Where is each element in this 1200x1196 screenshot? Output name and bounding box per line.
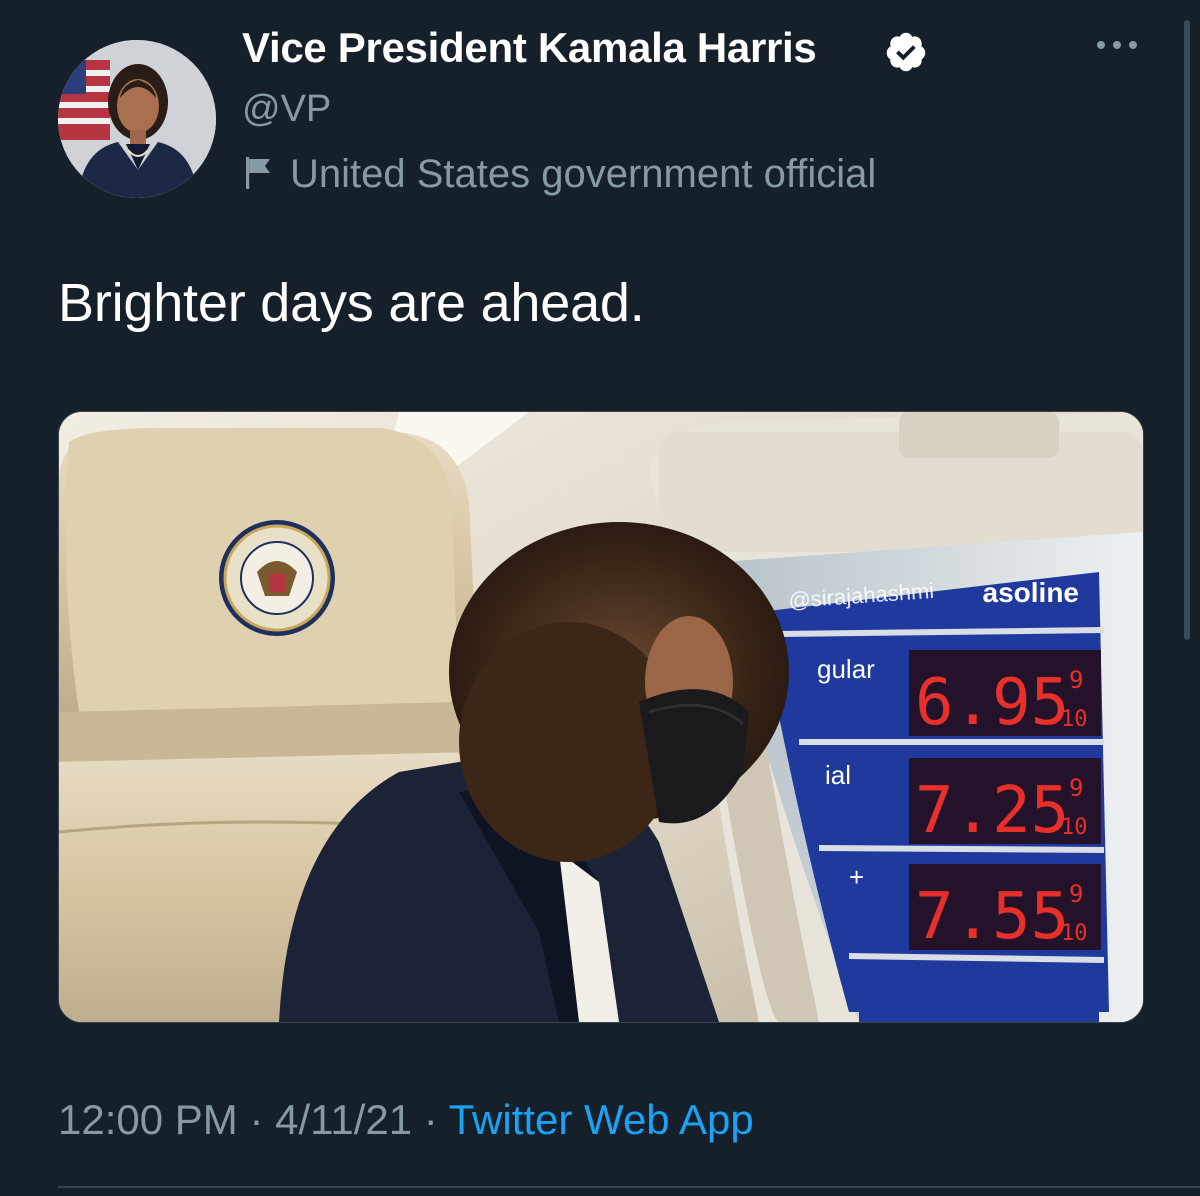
account-label: United States government official <box>242 152 876 197</box>
account-label-text: United States government official <box>290 152 877 196</box>
scrollbar[interactable] <box>1184 20 1190 640</box>
tweet-photo[interactable]: asoline gular ial + 6.95 7.25 7.55 9 10 … <box>58 411 1144 1023</box>
display-name[interactable]: Vice President Kamala Harris <box>242 24 817 72</box>
tweet: Vice President Kamala Harris @VP United … <box>0 0 1200 1196</box>
price-display: 7.55 <box>915 880 1069 954</box>
tweet-text: Brighter days are ahead. <box>58 273 645 333</box>
source-link[interactable]: Twitter Web App <box>449 1096 754 1143</box>
price-fraction-bottom: 10 <box>1061 707 1088 732</box>
meta-separator: · <box>412 1096 449 1143</box>
meta-separator: · <box>237 1096 276 1143</box>
price-fraction-top: 9 <box>1069 880 1083 908</box>
divider <box>58 1186 1200 1188</box>
price-fraction-top: 9 <box>1069 666 1083 694</box>
grade-label: ial <box>825 760 851 790</box>
tweet-time[interactable]: 12:00 PM <box>58 1096 238 1143</box>
avatar[interactable] <box>58 40 216 198</box>
price-display: 6.95 <box>915 666 1069 740</box>
tweet-date[interactable]: 4/11/21 <box>275 1096 412 1143</box>
handle[interactable]: @VP <box>242 88 331 131</box>
price-fraction-bottom: 10 <box>1061 815 1088 840</box>
vp-seal <box>219 520 335 636</box>
verified-badge-icon <box>886 32 926 72</box>
grade-label: + <box>849 862 864 892</box>
grade-label: gular <box>817 654 875 684</box>
more-options-icon[interactable] <box>1094 30 1140 60</box>
price-fraction-top: 9 <box>1069 774 1083 802</box>
tweet-meta: 12:00 PM · 4/11/21 · Twitter Web App <box>58 1096 754 1144</box>
sign-header: asoline <box>983 577 1079 608</box>
price-fraction-bottom: 10 <box>1061 921 1088 946</box>
flag-icon <box>246 157 270 189</box>
price-display: 7.25 <box>915 774 1069 848</box>
